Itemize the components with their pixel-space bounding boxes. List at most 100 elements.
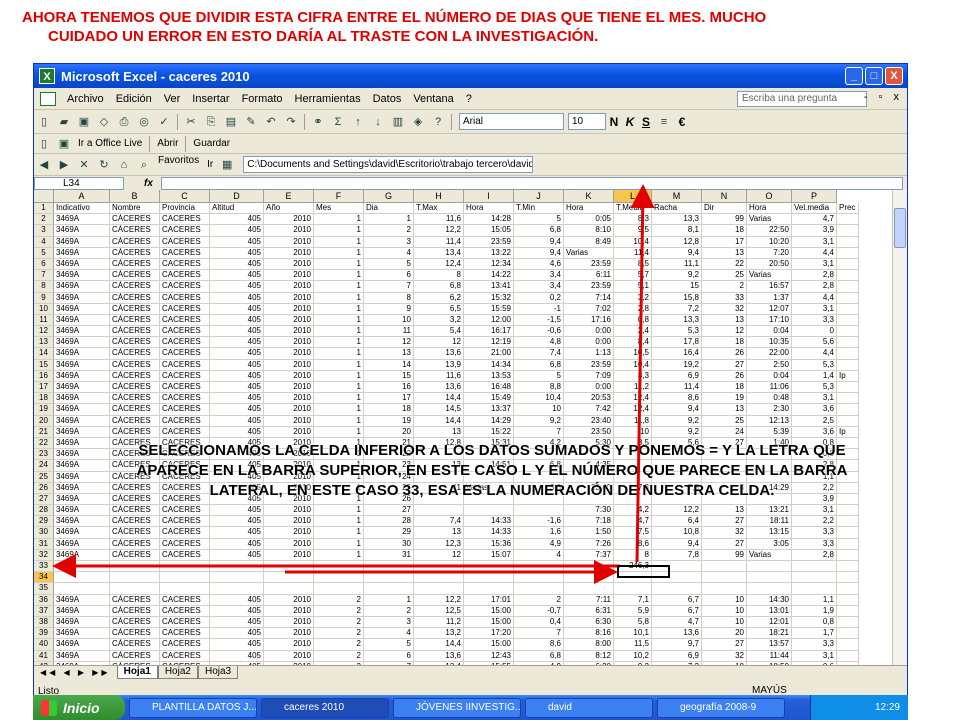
cell[interactable] xyxy=(514,572,564,584)
cell[interactable]: 3,9 xyxy=(792,225,837,237)
save-icon[interactable]: ▣ xyxy=(76,114,92,130)
cell[interactable]: 3469A xyxy=(54,214,110,226)
cell[interactable]: Ip xyxy=(837,370,859,382)
cell[interactable]: 13,6 xyxy=(414,348,464,360)
cell[interactable]: 8:10 xyxy=(564,225,614,237)
hyperlink-icon[interactable]: ⚭ xyxy=(310,114,326,130)
cell[interactable]: 405 xyxy=(210,214,264,226)
cell[interactable]: CÁCERES xyxy=(110,214,160,226)
cell[interactable]: CÁCERES xyxy=(110,415,160,427)
row-header[interactable]: 10 xyxy=(34,303,54,315)
cell[interactable]: -0,6 xyxy=(514,326,564,338)
row-header[interactable]: 19 xyxy=(34,404,54,416)
minimize-button[interactable]: _ xyxy=(845,67,863,85)
cell[interactable]: 8:16 xyxy=(564,628,614,640)
cell[interactable]: 6:31 xyxy=(564,605,614,617)
cell[interactable]: 7,4 xyxy=(414,516,464,528)
cell[interactable]: 13,9 xyxy=(414,359,464,371)
column-header-n[interactable]: N xyxy=(702,190,747,203)
cell[interactable]: 11,5 xyxy=(614,639,652,651)
cell[interactable]: 8,6 xyxy=(514,639,564,651)
select-all-corner[interactable] xyxy=(34,190,54,203)
cell[interactable] xyxy=(837,572,859,584)
cell[interactable]: 28 xyxy=(364,516,414,528)
cell[interactable] xyxy=(837,337,859,349)
cell[interactable]: 405 xyxy=(210,281,264,293)
row-header[interactable]: 7 xyxy=(34,270,54,282)
cell[interactable]: 19 xyxy=(364,415,414,427)
cell[interactable]: 4,9 xyxy=(514,538,564,550)
cell[interactable]: 3469A xyxy=(54,247,110,259)
sort-desc-icon[interactable]: ↓ xyxy=(370,114,386,130)
row-header[interactable]: 38 xyxy=(34,616,54,629)
cell[interactable] xyxy=(54,572,110,584)
cell[interactable]: 8,5 xyxy=(614,258,652,271)
cell[interactable]: 2010 xyxy=(264,292,314,304)
cell[interactable]: 9,5 xyxy=(614,225,652,237)
row-header[interactable]: 39 xyxy=(34,628,54,640)
cell[interactable]: 14:28 xyxy=(464,214,514,226)
cell[interactable]: 13,6 xyxy=(414,650,464,662)
cell[interactable]: 5,9 xyxy=(614,605,652,617)
scroll-thumb[interactable] xyxy=(894,208,906,248)
cell[interactable] xyxy=(837,527,859,539)
cell[interactable]: 1,6 xyxy=(514,527,564,539)
cell[interactable]: 15:49 xyxy=(464,393,514,405)
column-header-p[interactable]: P xyxy=(792,190,837,203)
cell[interactable]: 3469A xyxy=(54,258,110,271)
cell[interactable]: 405 xyxy=(210,404,264,416)
cell[interactable]: 12:34 xyxy=(464,258,514,271)
cell[interactable]: 15:36 xyxy=(464,538,514,550)
cell[interactable] xyxy=(837,594,859,606)
cell[interactable]: 18:11 xyxy=(747,516,792,528)
cell[interactable]: 4,4 xyxy=(792,348,837,360)
cell[interactable]: Altitud xyxy=(210,203,264,215)
cell[interactable] xyxy=(54,583,110,595)
cell[interactable]: CÁCERES xyxy=(110,404,160,416)
cell[interactable]: Hora xyxy=(747,203,792,215)
cell[interactable]: 4 xyxy=(364,247,414,259)
cell[interactable]: 12,4 xyxy=(614,404,652,416)
cell[interactable]: 13:01 xyxy=(747,605,792,617)
cell[interactable]: 13,4 xyxy=(414,247,464,259)
cell[interactable]: 2010 xyxy=(264,214,314,226)
cell[interactable]: 405 xyxy=(210,650,264,662)
cell[interactable]: CACERES xyxy=(160,370,210,382)
cell[interactable]: 31 xyxy=(364,549,414,561)
cell[interactable]: 15:59 xyxy=(464,303,514,315)
cell[interactable]: 13:53 xyxy=(464,370,514,382)
cell[interactable]: 3469A xyxy=(54,225,110,237)
cell[interactable]: 3,1 xyxy=(792,303,837,315)
cell[interactable]: CACERES xyxy=(160,549,210,561)
cell[interactable]: 2 xyxy=(514,594,564,606)
cell[interactable]: 12 xyxy=(414,549,464,561)
cell[interactable]: 405 xyxy=(210,393,264,405)
cell[interactable]: 6,4 xyxy=(652,516,702,528)
cell[interactable]: CACERES xyxy=(160,247,210,259)
cell[interactable]: 3:05 xyxy=(747,538,792,550)
office-live-button[interactable]: Ir a Office Live xyxy=(74,138,146,149)
cell[interactable]: CÁCERES xyxy=(110,594,160,606)
cell[interactable]: 10,4 xyxy=(514,393,564,405)
cell[interactable]: CÁCERES xyxy=(110,236,160,248)
column-header-h[interactable]: H xyxy=(414,190,464,203)
cell[interactable]: 13 xyxy=(702,404,747,416)
cell[interactable]: 0,8 xyxy=(792,616,837,629)
row-header[interactable]: 8 xyxy=(34,281,54,293)
cell[interactable]: 13:41 xyxy=(464,281,514,293)
cell[interactable]: 3,3 xyxy=(792,538,837,550)
cell[interactable]: 3,6 xyxy=(792,426,837,438)
cell[interactable]: 1:13 xyxy=(564,348,614,360)
cell[interactable] xyxy=(837,270,859,282)
new-icon[interactable]: ▯ xyxy=(36,114,52,130)
cell[interactable]: 15 xyxy=(364,370,414,382)
row-header[interactable]: 12 xyxy=(34,326,54,338)
cell[interactable]: 5 xyxy=(514,214,564,226)
cell[interactable]: 16:48 xyxy=(464,382,514,394)
cell[interactable]: 2,8 xyxy=(614,303,652,315)
cell[interactable]: 8,8 xyxy=(514,382,564,394)
cell[interactable]: CÁCERES xyxy=(110,359,160,371)
cell[interactable]: 19 xyxy=(702,393,747,405)
cell[interactable]: 23:50 xyxy=(564,426,614,438)
cell[interactable]: 13 xyxy=(702,247,747,259)
